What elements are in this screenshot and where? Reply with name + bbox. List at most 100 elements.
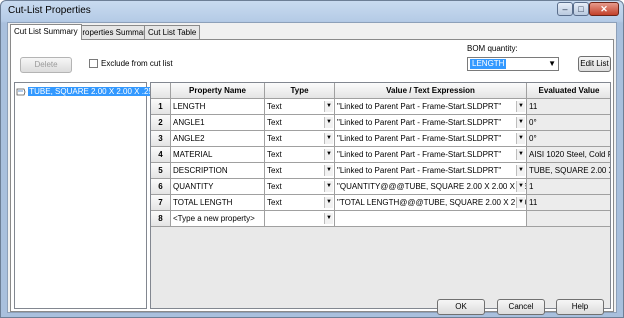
dropdown-arrow-icon[interactable]: ▼	[324, 101, 333, 112]
type-value: Text	[267, 182, 282, 191]
cut-list-tree[interactable]: TUBE, SQUARE 2.00 X 2.00 X .25<1>	[14, 82, 168, 309]
property-name-cell[interactable]: ANGLE2	[171, 131, 265, 147]
value-expression-cell[interactable]: "QUANTITY@@@TUBE, SQUARE 2.00 X 2.00 X .…	[335, 179, 527, 195]
cancel-button[interactable]: Cancel	[497, 299, 545, 315]
value-expression-cell[interactable]: "Linked to Parent Part - Frame-Start.SLD…	[335, 99, 527, 115]
type-value: Text	[267, 118, 282, 127]
value-expression-cell[interactable]: "Linked to Parent Part - Frame-Start.SLD…	[335, 115, 527, 131]
row-number-header	[151, 83, 171, 99]
cut-list-properties-dialog: Cut-List Properties – □ ✕ Cut List Summa…	[0, 0, 624, 318]
type-cell[interactable]: Text ▼	[265, 195, 335, 211]
value-expression-cell[interactable]: "Linked to Parent Part - Frame-Start.SLD…	[335, 147, 527, 163]
evaluated-value-cell: 0°	[527, 115, 610, 131]
edit-list-button[interactable]: Edit List	[578, 56, 611, 72]
value-expression-text: "Linked to Parent Part - Frame-Start.SLD…	[337, 150, 502, 159]
ok-button[interactable]: OK	[437, 299, 485, 315]
dropdown-arrow-icon[interactable]: ▼	[516, 117, 525, 128]
dropdown-arrow-icon[interactable]: ▼	[516, 181, 525, 192]
value-expression-cell[interactable]: "TOTAL LENGTH@@@TUBE, SQUARE 2.00 X 2.00…	[335, 195, 527, 211]
dropdown-arrow-icon[interactable]: ▼	[324, 213, 333, 224]
row-number[interactable]: 1	[151, 99, 171, 115]
bom-quantity-value: LENGTH	[470, 59, 507, 69]
type-cell[interactable]: Text ▼	[265, 147, 335, 163]
row-number[interactable]: 7	[151, 195, 171, 211]
cut-list-summary-panel: Delete Exclude from cut list BOM quantit…	[10, 39, 614, 312]
bom-quantity-select[interactable]: LENGTH ▼	[467, 57, 559, 71]
dropdown-arrow-icon[interactable]: ▼	[516, 149, 525, 160]
help-button[interactable]: Help	[556, 299, 604, 315]
table-row: 3 ANGLE2 Text ▼ "Linked to Parent Part - …	[151, 131, 610, 147]
value-expression-cell[interactable]	[335, 211, 527, 227]
type-cell[interactable]: Text ▼	[265, 163, 335, 179]
dropdown-arrow-icon[interactable]: ▼	[324, 149, 333, 160]
type-cell[interactable]: Text ▼	[265, 99, 335, 115]
property-name-cell[interactable]: LENGTH	[171, 99, 265, 115]
type-value: Text	[267, 150, 282, 159]
type-cell[interactable]: Text ▼	[265, 179, 335, 195]
evaluated-value-cell: 0°	[527, 131, 610, 147]
row-number[interactable]: 2	[151, 115, 171, 131]
minimize-button[interactable]: –	[557, 2, 573, 16]
value-expression-cell[interactable]: "Linked to Parent Part - Frame-Start.SLD…	[335, 163, 527, 179]
window-title: Cut-List Properties	[8, 5, 91, 16]
exclude-from-cut-list-checkbox[interactable]	[89, 59, 98, 68]
evaluated-value-cell: AISI 1020 Steel, Cold Rolled	[527, 147, 610, 163]
dialog-client-area: Cut List Summary Properties Summary Cut …	[7, 22, 617, 313]
row-number[interactable]: 3	[151, 131, 171, 147]
property-name-header[interactable]: Property Name	[171, 83, 265, 99]
table-row: 4 MATERIAL Text ▼ "Linked to Parent Part …	[151, 147, 610, 163]
delete-button[interactable]: Delete	[20, 57, 72, 73]
dropdown-arrow-icon[interactable]: ▼	[516, 133, 525, 144]
type-header[interactable]: Type	[265, 83, 335, 99]
close-button[interactable]: ✕	[589, 2, 619, 16]
properties-grid: Property Name Type Value / Text Expressi…	[150, 82, 611, 309]
title-bar[interactable]: Cut-List Properties – □ ✕	[1, 1, 623, 21]
value-expression-text: "Linked to Parent Part - Frame-Start.SLD…	[337, 134, 502, 143]
new-property-cell[interactable]: <Type a new property>	[171, 211, 265, 227]
type-cell[interactable]: Text ▼	[265, 131, 335, 147]
type-value: Text	[267, 134, 282, 143]
row-number[interactable]: 6	[151, 179, 171, 195]
property-name-cell[interactable]: QUANTITY	[171, 179, 265, 195]
table-row: 1 LENGTH Text ▼ "Linked to Parent Part - …	[151, 99, 610, 115]
evaluated-value-header[interactable]: Evaluated Value	[527, 83, 610, 99]
dropdown-arrow-icon[interactable]: ▼	[324, 181, 333, 192]
value-expression-text: "Linked to Parent Part - Frame-Start.SLD…	[337, 118, 502, 127]
dropdown-arrow-icon[interactable]: ▼	[516, 165, 525, 176]
table-row: 2 ANGLE1 Text ▼ "Linked to Parent Part - …	[151, 115, 610, 131]
evaluated-value-cell: 1	[527, 179, 610, 195]
property-name-cell[interactable]: MATERIAL	[171, 147, 265, 163]
chevron-down-icon: ▼	[548, 59, 556, 68]
dropdown-arrow-icon[interactable]: ▼	[324, 117, 333, 128]
table-row-new: 8 <Type a new property> ▼	[151, 211, 610, 227]
property-name-cell[interactable]: TOTAL LENGTH	[171, 195, 265, 211]
grid-header-row: Property Name Type Value / Text Expressi…	[151, 83, 610, 99]
row-number[interactable]: 8	[151, 211, 171, 227]
type-cell[interactable]: Text ▼	[265, 115, 335, 131]
dropdown-arrow-icon[interactable]: ▼	[324, 197, 333, 208]
value-expression-text: "QUANTITY@@@TUBE, SQUARE 2.00 X 2.00 X .…	[337, 182, 526, 191]
property-name-cell[interactable]: ANGLE1	[171, 115, 265, 131]
dropdown-arrow-icon[interactable]: ▼	[516, 197, 525, 208]
tree-item[interactable]: TUBE, SQUARE 2.00 X 2.00 X .25<1>	[16, 86, 168, 97]
value-expression-cell[interactable]: "Linked to Parent Part - Frame-Start.SLD…	[335, 131, 527, 147]
table-row: 6 QUANTITY Text ▼ "QUANTITY@@@TUBE, SQUAR…	[151, 179, 610, 195]
value-expression-text: "Linked to Parent Part - Frame-Start.SLD…	[337, 102, 502, 111]
property-name-cell[interactable]: DESCRIPTION	[171, 163, 265, 179]
exclude-from-cut-list-label: Exclude from cut list	[101, 59, 173, 68]
maximize-button[interactable]: □	[573, 2, 589, 16]
dropdown-arrow-icon[interactable]: ▼	[324, 165, 333, 176]
tab-cut-list-table[interactable]: Cut List Table	[144, 25, 201, 39]
type-cell[interactable]: ▼	[265, 211, 335, 227]
row-number[interactable]: 5	[151, 163, 171, 179]
row-number[interactable]: 4	[151, 147, 171, 163]
tree-item-label: TUBE, SQUARE 2.00 X 2.00 X .25<1>	[28, 87, 168, 96]
dropdown-arrow-icon[interactable]: ▼	[324, 133, 333, 144]
tab-cut-list-summary[interactable]: Cut List Summary	[10, 24, 82, 40]
tab-properties-summary[interactable]: Properties Summary	[73, 25, 154, 39]
dropdown-arrow-icon[interactable]: ▼	[516, 101, 525, 112]
value-expression-header[interactable]: Value / Text Expression	[335, 83, 527, 99]
table-row: 7 TOTAL LENGTH Text ▼ "TOTAL LENGTH@@@TUB…	[151, 195, 610, 211]
type-value: Text	[267, 198, 282, 207]
value-expression-text: "TOTAL LENGTH@@@TUBE, SQUARE 2.00 X 2.00…	[337, 198, 526, 207]
